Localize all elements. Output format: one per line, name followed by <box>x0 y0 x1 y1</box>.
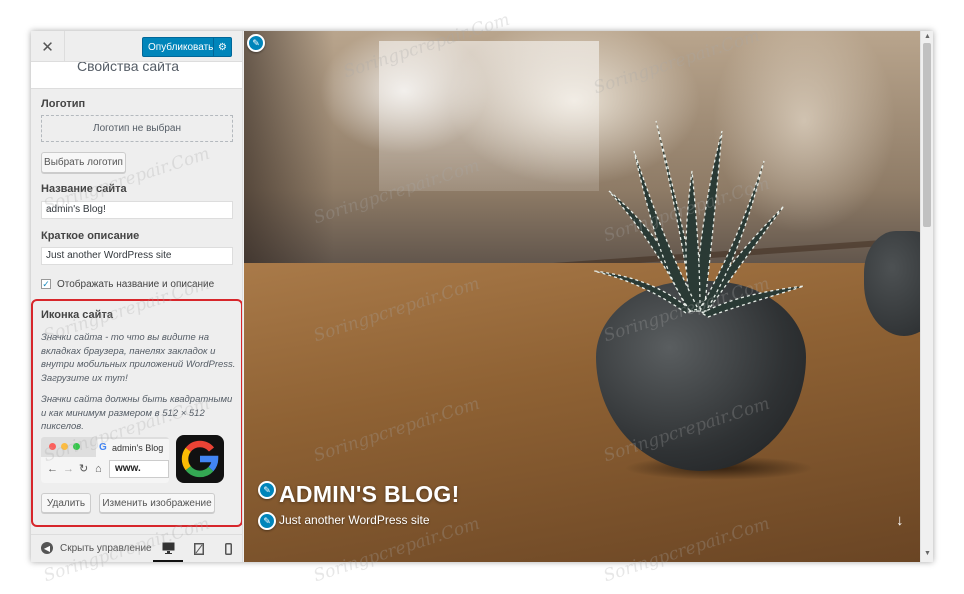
background-window <box>379 41 599 191</box>
browser-nav-row: ← → ↻ ⌂ www. <box>41 457 169 483</box>
customizer-sidebar: ✕ Опубликовать ⚙ Свойства сайта Логотип … <box>31 31 243 562</box>
home-icon: ⌂ <box>95 463 102 475</box>
logo-label: Логотип <box>41 98 86 110</box>
browser-tab-text: admin's Blog <box>112 443 164 453</box>
back-arrow-icon: ← <box>47 463 58 475</box>
collapse-icon[interactable]: ◀ <box>41 542 53 554</box>
site-icon-image <box>176 435 224 483</box>
sidebar-header: ✕ Опубликовать ⚙ <box>31 31 242 62</box>
mobile-icon[interactable] <box>213 535 242 562</box>
site-preview: ✎ ✎ ✎ ADMIN'S BLOG! Just another WordPre… <box>244 31 920 562</box>
sidebar-footer: ◀ Скрыть управление <box>31 534 242 562</box>
minimize-dot-icon <box>61 443 68 450</box>
succulent-plant-icon <box>593 120 805 318</box>
customizer-window: ✕ Опубликовать ⚙ Свойства сайта Логотип … <box>31 31 933 562</box>
select-logo-button[interactable]: Выбрать логотип <box>41 152 126 173</box>
browser-url-box: www. <box>109 460 169 478</box>
desktop-icon[interactable] <box>153 535 183 562</box>
blog-title[interactable]: ADMIN'S BLOG! <box>279 481 460 508</box>
arrow-down-icon[interactable]: ↓ <box>896 512 904 529</box>
collapse-controls-label[interactable]: Скрыть управление <box>60 543 152 554</box>
tagline-label: Краткое описание <box>41 230 140 242</box>
scroll-up-icon[interactable]: ▲ <box>924 33 931 40</box>
logo-placeholder[interactable]: Логотип не выбран <box>41 115 233 142</box>
preview-scrollbar[interactable]: ▲ ▼ <box>920 31 933 562</box>
logo-placeholder-text: Логотип не выбран <box>93 123 181 134</box>
change-image-button[interactable]: Изменить изображение <box>99 493 215 513</box>
google-logo-icon <box>181 440 219 478</box>
remove-icon-button[interactable]: Удалить <box>41 493 91 513</box>
close-icon[interactable]: ✕ <box>31 31 65 62</box>
browser-preview: G admin's Blog ← → ↻ ⌂ www. <box>41 437 169 483</box>
publish-label: Опубликовать <box>148 41 214 53</box>
maximize-dot-icon <box>73 443 80 450</box>
scroll-down-icon[interactable]: ▼ <box>924 550 931 557</box>
browser-tab-preview: G admin's Blog <box>96 439 169 457</box>
publish-button[interactable]: Опубликовать ⚙ <box>142 37 232 57</box>
edit-tagline-pencil-icon[interactable]: ✎ <box>258 512 276 530</box>
blog-tagline: Just another WordPress site <box>279 513 430 527</box>
site-icon-description: Значки сайта - то что вы видите на вклад… <box>41 332 236 384</box>
section-title: Свойства сайта <box>77 62 180 74</box>
tablet-icon[interactable] <box>184 535 214 562</box>
scrollbar-thumb[interactable] <box>923 43 931 227</box>
site-title-input[interactable]: admin's Blog! <box>41 201 233 219</box>
edit-header-pencil-icon[interactable]: ✎ <box>247 34 265 52</box>
display-title-label: Отображать название и описание <box>57 279 215 290</box>
site-icon-size-note: Значки сайта должны быть квадратными и к… <box>41 394 233 432</box>
section-header: Свойства сайта <box>31 62 242 89</box>
close-dot-icon <box>49 443 56 450</box>
edit-title-pencil-icon[interactable]: ✎ <box>258 481 276 499</box>
reload-icon: ↻ <box>79 463 89 475</box>
gear-icon[interactable]: ⚙ <box>213 38 231 56</box>
google-favicon-icon: G <box>99 442 107 453</box>
site-title-label: Название сайта <box>41 183 127 195</box>
tagline-input[interactable]: Just another WordPress site <box>41 247 233 265</box>
forward-arrow-icon: → <box>63 463 74 475</box>
site-icon-section: Иконка сайта Значки сайта - то что вы ви… <box>31 299 242 527</box>
site-icon-title: Иконка сайта <box>41 309 113 321</box>
display-title-checkbox[interactable]: ✓ <box>41 279 51 289</box>
